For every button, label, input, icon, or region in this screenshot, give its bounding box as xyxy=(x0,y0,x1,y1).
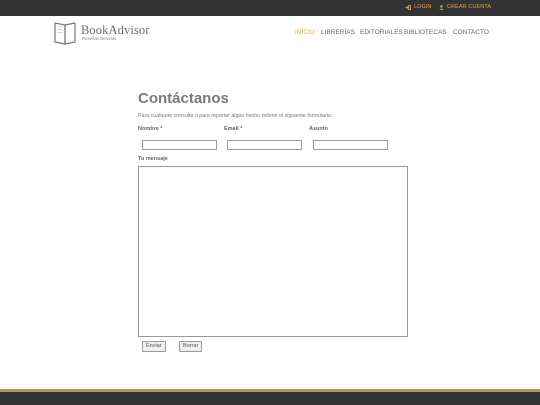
register-link[interactable]: CREAR CUENTA xyxy=(439,4,491,10)
brand-tagline: Reseñas literarias xyxy=(82,36,117,41)
nav-item-bibliotecas[interactable]: BIBLIOTECAS xyxy=(404,29,447,36)
message-label: Tu mensaje xyxy=(138,156,168,162)
email-field[interactable] xyxy=(227,140,302,150)
name-field[interactable] xyxy=(142,140,217,150)
message-field[interactable] xyxy=(138,166,408,337)
nav-item-contacto[interactable]: CONTACTO xyxy=(453,29,489,36)
nav-item-librerias[interactable]: LIBRERÍAS xyxy=(321,29,355,36)
subject-label: Asunto xyxy=(309,126,328,132)
name-label: Nombre * xyxy=(138,126,163,132)
email-label: Email * xyxy=(224,126,243,132)
brand-logo[interactable]: BookAdvisor Reseñas literarias xyxy=(53,22,163,46)
nav-item-editoriales[interactable]: EDITORIALES xyxy=(360,29,403,36)
subject-field[interactable] xyxy=(313,140,388,150)
nav-item-inicio[interactable]: INICIO xyxy=(295,29,315,36)
page-intro: Para cualquier consulta o para reportar … xyxy=(138,113,333,119)
reset-button[interactable]: Borrar xyxy=(179,341,203,352)
top-bar: LOGIN CREAR CUENTA xyxy=(0,0,540,16)
site-footer xyxy=(0,392,540,405)
login-label: LOGIN xyxy=(414,4,432,10)
login-link[interactable]: LOGIN xyxy=(405,4,432,10)
submit-button[interactable]: Enviar xyxy=(142,341,166,352)
user-icon xyxy=(439,4,444,10)
open-book-icon xyxy=(53,22,77,50)
page-title: Contáctanos xyxy=(138,90,229,107)
sign-in-icon xyxy=(405,4,411,10)
register-label: CREAR CUENTA xyxy=(447,4,492,10)
